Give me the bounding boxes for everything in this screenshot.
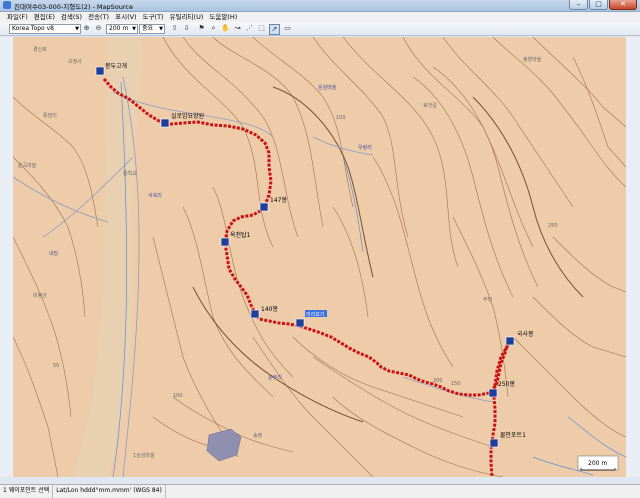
place-label: 우렁리 — [358, 144, 372, 151]
track-tool-icon[interactable]: ⋰ — [245, 24, 254, 33]
place-label: 비봉산 — [33, 292, 47, 299]
application-window: 진대여수03-000-지형도(2) - MapSource – □ ✕ 파일(F… — [0, 0, 640, 498]
waypoint-label: 물안포트1 — [500, 431, 526, 439]
hiker-icon — [505, 336, 515, 346]
place-label: 봉양마을 — [523, 56, 542, 63]
waypoint-label: 실로암요양원 — [171, 112, 204, 120]
map-tool-icon[interactable]: ⬚ — [257, 24, 266, 33]
topo-map[interactable]: 봉두고개 실로암요양원 147봉 옥천탑1 140봉 미리보기 국사봉 250봉… — [13, 37, 626, 477]
zoom-level-value: 200 m — [109, 25, 129, 32]
waypoint-label: 옥천탑1 — [230, 231, 251, 239]
maximize-button[interactable]: □ — [589, 0, 608, 10]
hiker-icon — [489, 438, 499, 448]
send-to-device-icon[interactable]: ⇧ — [170, 24, 179, 33]
menu-tools[interactable]: 도구(T) — [140, 12, 167, 22]
place-label: 1상성마을 — [133, 452, 155, 459]
selection-tool-icon[interactable]: ➚ — [269, 24, 280, 35]
right-panel — [626, 37, 640, 477]
waypoint-label: 140봉 — [261, 305, 278, 313]
window-title: 진대여수03-000-지형도(2) - MapSource — [14, 3, 133, 11]
app-icon — [3, 1, 11, 9]
menu-transfer[interactable]: 전송(T) — [85, 12, 112, 22]
menu-view[interactable]: 표시(V) — [112, 12, 139, 22]
place-label: 무당 — [483, 296, 493, 303]
menu-help[interactable]: 도움말(H) — [206, 12, 240, 22]
waypoint-label: 미리보기 — [306, 311, 324, 318]
minimize-button[interactable]: – — [569, 0, 588, 10]
waypoint-label: 250봉 — [498, 380, 515, 388]
place-label: 풍암리 — [43, 112, 57, 119]
chevron-down-icon: ▼ — [159, 26, 163, 32]
place-label: 운부리 — [268, 374, 282, 381]
scale-bar-label: 200 m — [588, 460, 607, 467]
place-label: 통학교 — [123, 170, 137, 177]
contour-number: 50 — [53, 363, 59, 369]
map-view[interactable]: 봉두고개 실로암요양원 147봉 옥천탑1 140봉 미리보기 국사봉 250봉… — [13, 37, 626, 477]
status-coord-format: Lat/Lon hddd°mm.mmm' (WGS 84) — [53, 485, 166, 498]
close-button[interactable]: ✕ — [609, 0, 637, 10]
map-product-value: Korea Topo v8 — [12, 25, 54, 32]
contour-number: 250 — [548, 223, 558, 229]
zoom-tool-icon[interactable]: ⌕ — [209, 24, 218, 33]
hiker-icon — [259, 202, 269, 212]
menu-find[interactable]: 검색(S) — [58, 12, 85, 22]
hiker-icon — [160, 118, 170, 128]
menu-edit[interactable]: 편집(E) — [31, 12, 58, 22]
chevron-down-icon: ▼ — [132, 26, 136, 32]
status-selection: 1 웨이포인트 선택 — [0, 485, 54, 498]
toolbar: Korea Topo v8 ▼ ⊕ ⊖ 200 m ▼ 중요 ▼ ⇧ ⇩ ⚑ ⌕ ✋ … — [0, 22, 640, 36]
route-tool-icon[interactable]: ↝ — [233, 24, 242, 33]
place-label: 오정사 — [68, 58, 82, 65]
zoom-out-icon[interactable]: ⊖ — [94, 24, 103, 33]
menu-file[interactable]: 파일(F) — [4, 12, 31, 22]
chevron-down-icon: ▼ — [75, 26, 79, 32]
contour-number: 100 — [336, 115, 346, 121]
hand-tool-icon[interactable]: ✋ — [221, 24, 230, 33]
place-label: 원곡마을 — [18, 162, 37, 169]
waypoint-label: 147봉 — [270, 196, 287, 204]
status-bar: 1 웨이포인트 선택 Lat/Lon hddd°mm.mmm' (WGS 84) — [0, 484, 640, 498]
place-label: 효천길 — [423, 102, 437, 109]
hiker-icon — [95, 66, 105, 76]
place-label: 서북리 — [148, 192, 162, 199]
waypoint-tool-icon[interactable]: ⚑ — [197, 24, 206, 33]
place-label: 송정 — [253, 432, 262, 439]
detail-value: 중요 — [142, 25, 154, 32]
menu-utilities[interactable]: 유틸리티(U) — [167, 12, 207, 22]
measure-tool-icon[interactable]: ▭ — [283, 24, 292, 33]
zoom-level-select[interactable]: 200 m ▼ — [106, 24, 138, 34]
place-label: 내당 — [49, 250, 59, 257]
scale-bar: 200 m — [577, 455, 619, 471]
waypoint-label: 봉두고개 — [105, 62, 127, 70]
menu-bar: 파일(F) 편집(E) 검색(S) 전송(T) 표시(V) 도구(T) 유틸리티… — [0, 12, 640, 22]
detail-select[interactable]: 중요 ▼ — [139, 24, 165, 34]
hiker-icon — [220, 237, 230, 247]
contour-number: 150 — [451, 381, 461, 387]
contour-number: 100 — [173, 393, 183, 399]
left-panel — [0, 37, 13, 477]
place-label: 경신로 — [33, 46, 47, 53]
hiker-icon — [295, 318, 305, 328]
hiker-icon — [488, 388, 498, 398]
receive-from-device-icon[interactable]: ⇩ — [182, 24, 191, 33]
contour-number: 200 — [433, 378, 443, 384]
hiker-icon — [250, 309, 260, 319]
waypoint-label: 국사봉 — [517, 330, 534, 338]
place-label: 운암마을 — [318, 84, 337, 91]
map-product-select[interactable]: Korea Topo v8 ▼ — [9, 24, 81, 34]
title-bar: 진대여수03-000-지형도(2) - MapSource – □ ✕ — [0, 0, 640, 12]
zoom-in-icon[interactable]: ⊕ — [82, 24, 91, 33]
